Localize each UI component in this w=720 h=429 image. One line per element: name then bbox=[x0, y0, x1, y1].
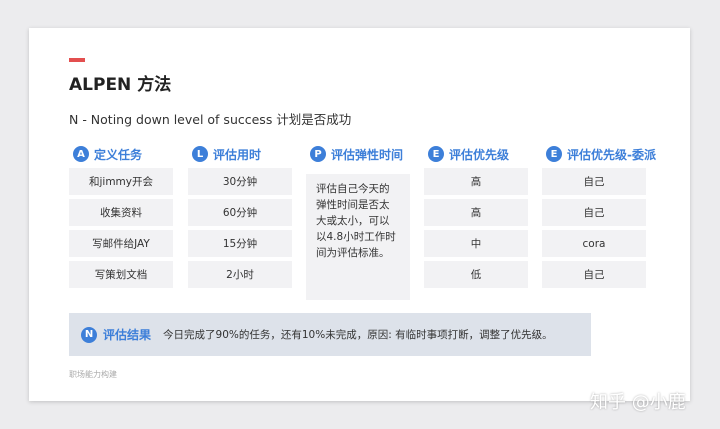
delegate-cell: cora bbox=[542, 230, 646, 257]
column-delegate: E 评估优先级-委派 自己 自己 cora 自己 bbox=[542, 144, 656, 288]
note-line: 以4.8小时工作时 bbox=[316, 231, 396, 243]
time-cell: 2小时 bbox=[188, 261, 292, 288]
column-header: E 评估优先级-委派 bbox=[546, 144, 656, 164]
delegate-cell: 自己 bbox=[542, 199, 646, 226]
column-header: L 评估用时 bbox=[192, 144, 292, 164]
letter-a-badge-icon: A bbox=[73, 146, 89, 162]
task-cell: 写邮件给JAY bbox=[69, 230, 173, 257]
result-bar: N 评估结果 今日完成了90%的任务，还有10%未完成，原因: 有临时事项打断，… bbox=[69, 313, 591, 356]
task-cell: 收集资料 bbox=[69, 199, 173, 226]
column-define-task: A 定义任务 和jimmy开会 收集资料 写邮件给JAY 写策划文档 bbox=[69, 144, 173, 288]
column-header: E 评估优先级 bbox=[428, 144, 528, 164]
column-title: 定义任务 bbox=[94, 147, 143, 162]
priority-cell: 中 bbox=[424, 230, 528, 257]
column-estimate-time: L 评估用时 30分钟 60分钟 15分钟 2小时 bbox=[188, 144, 292, 288]
note-line: 间为评估标准。 bbox=[316, 247, 390, 259]
task-cell: 和jimmy开会 bbox=[69, 168, 173, 195]
note-line: 弹性时间是否太 bbox=[316, 199, 390, 211]
time-cell: 15分钟 bbox=[188, 230, 292, 257]
buffer-time-note: 评估自己今天的 弹性时间是否太 大或太小，可以 以4.8小时工作时 间为评估标准… bbox=[306, 174, 410, 300]
slide-subtitle: N - Noting down level of success 计划是否成功 bbox=[69, 112, 352, 127]
priority-cell: 低 bbox=[424, 261, 528, 288]
letter-e-badge-icon: E bbox=[428, 146, 444, 162]
priority-cell: 高 bbox=[424, 168, 528, 195]
column-header: P 评估弹性时间 bbox=[310, 144, 410, 164]
letter-p-badge-icon: P bbox=[310, 146, 326, 162]
column-title: 评估优先级 bbox=[449, 147, 510, 162]
letter-e-badge-icon: E bbox=[546, 146, 562, 162]
time-cell: 60分钟 bbox=[188, 199, 292, 226]
column-title: 评估优先级-委派 bbox=[567, 147, 656, 162]
result-text: 今日完成了90%的任务，还有10%未完成，原因: 有临时事项打断，调整了优先级。 bbox=[163, 329, 553, 341]
delegate-cell: 自己 bbox=[542, 261, 646, 288]
slide-card: ALPEN 方法 N - Noting down level of succes… bbox=[29, 28, 690, 401]
column-header: A 定义任务 bbox=[73, 144, 173, 164]
letter-n-badge-icon: N bbox=[81, 326, 97, 343]
column-title: 评估用时 bbox=[213, 147, 262, 162]
watermark: 知乎 @小鹿 bbox=[590, 392, 686, 413]
result-title: 评估结果 bbox=[103, 328, 152, 342]
column-priority: E 评估优先级 高 高 中 低 bbox=[424, 144, 528, 288]
slide-footer: 职场能力构建 bbox=[69, 370, 117, 379]
slide-title: ALPEN 方法 bbox=[69, 75, 172, 95]
task-cell: 写策划文档 bbox=[69, 261, 173, 288]
column-buffer-time: P 评估弹性时间 评估自己今天的 弹性时间是否太 大或太小，可以 以4.8小时工… bbox=[306, 144, 410, 300]
column-title: 评估弹性时间 bbox=[331, 147, 404, 162]
delegate-cell: 自己 bbox=[542, 168, 646, 195]
priority-cell: 高 bbox=[424, 199, 528, 226]
letter-l-badge-icon: L bbox=[192, 146, 208, 162]
note-line: 评估自己今天的 bbox=[316, 183, 390, 195]
title-accent-bar bbox=[69, 58, 85, 62]
note-line: 大或太小，可以 bbox=[316, 215, 390, 227]
time-cell: 30分钟 bbox=[188, 168, 292, 195]
